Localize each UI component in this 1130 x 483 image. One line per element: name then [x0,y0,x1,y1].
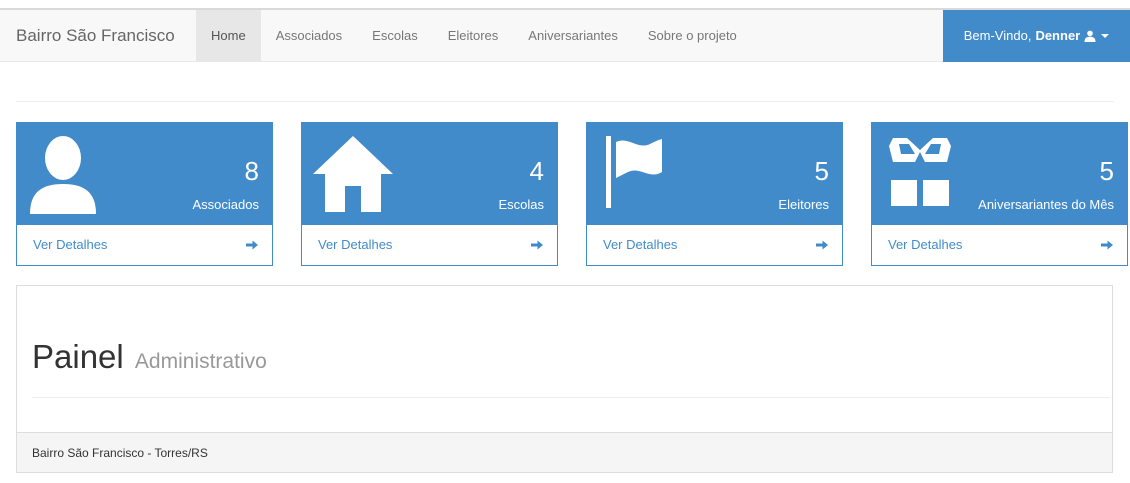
gift-icon [889,138,951,206]
ver-detalhes-label: Ver Detalhes [318,237,393,252]
user-silhouette-icon [30,136,96,214]
card-associados: 8 Associados Ver Detalhes [16,122,273,266]
ver-detalhes-link[interactable]: Ver Detalhes [871,225,1128,266]
nav-item-escolas[interactable]: Escolas [357,10,433,62]
user-greeting: Bem-Vindo, [963,28,1032,43]
card-count: 5 [1099,156,1114,186]
navbar: Bairro São Francisco Home Associados Esc… [0,10,1130,62]
ver-detalhes-link[interactable]: Ver Detalhes [301,225,558,266]
card-count: 8 [244,156,259,186]
divider [16,101,1114,102]
card-eleitores: 5 Eleitores Ver Detalhes [586,122,843,266]
admin-panel: Painel Administrativo Bairro São Francis… [16,285,1113,473]
nav-item-eleitores[interactable]: Eleitores [433,10,514,62]
card-header: 5 Aniversariantes do Mês [871,122,1128,225]
arrow-right-icon [816,240,828,250]
ver-detalhes-label: Ver Detalhes [33,237,108,252]
card-count: 5 [814,156,829,186]
navbar-brand[interactable]: Bairro São Francisco [16,10,175,62]
caret-down-icon [1101,34,1110,38]
nav-item-associados[interactable]: Associados [261,10,357,62]
arrow-right-icon [531,240,543,250]
card-aniversariantes: 5 Aniversariantes do Mês Ver Detalhes [871,122,1128,266]
page-subtitle: Administrativo [134,350,267,373]
page-title: Painel Administrativo [32,338,267,376]
card-header: 4 Escolas [301,122,558,225]
user-menu-dropdown[interactable]: Bem-Vindo, Denner [943,10,1130,62]
arrow-right-icon [246,240,258,250]
card-label: Aniversariantes do Mês [978,197,1114,212]
card-label: Eleitores [778,197,829,212]
card-count: 4 [529,156,544,186]
ver-detalhes-label: Ver Detalhes [888,237,963,252]
nav-item-aniversariantes[interactable]: Aniversariantes [513,10,633,62]
ver-detalhes-label: Ver Detalhes [603,237,678,252]
card-header: 8 Associados [16,122,273,225]
arrow-right-icon [1101,240,1113,250]
ver-detalhes-link[interactable]: Ver Detalhes [586,225,843,266]
nav-item-home[interactable]: Home [196,10,261,62]
user-icon [1084,30,1096,42]
divider [32,397,1110,398]
card-header: 5 Eleitores [586,122,843,225]
home-icon [313,136,393,212]
card-label: Escolas [498,197,544,212]
card-label: Associados [192,197,259,212]
page-title-main: Painel [32,338,124,375]
nav-menu: Home Associados Escolas Eleitores Aniver… [196,10,752,62]
card-escolas: 4 Escolas Ver Detalhes [301,122,558,266]
nav-item-sobre-o-projeto[interactable]: Sobre o projeto [633,10,752,62]
ver-detalhes-link[interactable]: Ver Detalhes [16,225,273,266]
user-name: Denner [1035,28,1081,43]
flag-icon [606,136,662,208]
panel-footer: Bairro São Francisco - Torres/RS [17,432,1112,472]
